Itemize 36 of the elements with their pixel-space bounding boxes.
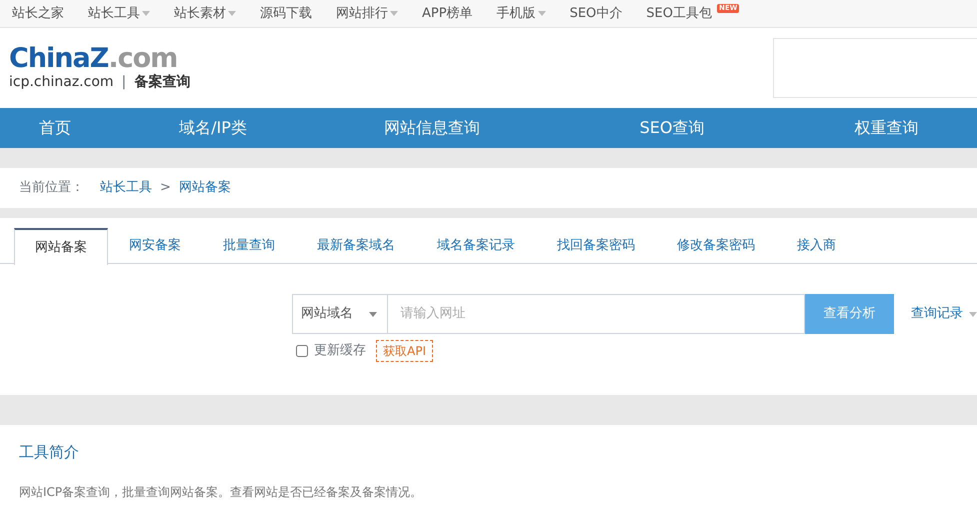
top-nav-link[interactable]: 手机版: [496, 4, 546, 24]
caret-icon: [390, 11, 398, 16]
history-link[interactable]: 查询记录: [911, 294, 977, 334]
url-input-field[interactable]: 请输入网址: [387, 294, 805, 334]
top-nav-link[interactable]: APP榜单: [422, 4, 473, 24]
main-nav-link[interactable]: 网站信息查询: [316, 108, 548, 148]
top-nav-link[interactable]: 源码下载: [260, 4, 312, 24]
top-nav-link[interactable]: SEO中介: [570, 4, 622, 24]
api-link[interactable]: 获取API: [376, 340, 433, 362]
top-nav-link[interactable]: 站长素材: [174, 4, 236, 24]
refresh-cache-checkbox[interactable]: [296, 345, 308, 357]
main-nav-link[interactable]: 域名/IP类: [110, 108, 316, 148]
top-nav-link[interactable]: 站长之家: [12, 4, 64, 24]
breadcrumb-separator: >: [160, 179, 171, 198]
intro-text: 网站ICP备案查询，批量查询网站备案。查看网站是否已经备案及备案情况。: [19, 484, 424, 500]
breadcrumb-link[interactable]: 站长工具: [100, 178, 152, 198]
caret-icon: [538, 11, 546, 16]
section-title: 工具简介: [19, 442, 80, 463]
logo: ChinaZ.com: [9, 45, 178, 73]
logo-divider: |: [122, 73, 126, 91]
logo-domain: icp.chinaz.com: [9, 73, 114, 91]
top-nav-link[interactable]: 站长工具: [88, 4, 150, 24]
refresh-cache-label: 更新缓存: [314, 342, 366, 360]
logo-product: 备案查询: [134, 73, 190, 91]
main-nav-link[interactable]: 权重查询: [796, 108, 977, 148]
top-nav-link[interactable]: SEO工具包: [646, 4, 712, 24]
top-nav-link[interactable]: 网站排行: [336, 4, 398, 24]
breadcrumb-link[interactable]: 网站备案: [178, 178, 231, 198]
main-nav-link[interactable]: 首页: [0, 108, 110, 148]
caret-icon: [969, 312, 977, 316]
tab[interactable]: 网站备案: [14, 228, 108, 265]
caret-icon: [142, 11, 150, 16]
main-nav-link[interactable]: SEO查询: [548, 108, 796, 148]
breadcrumb-label: 当前位置：: [19, 179, 84, 198]
caret-icon: [369, 312, 378, 316]
caret-icon: [228, 11, 236, 16]
